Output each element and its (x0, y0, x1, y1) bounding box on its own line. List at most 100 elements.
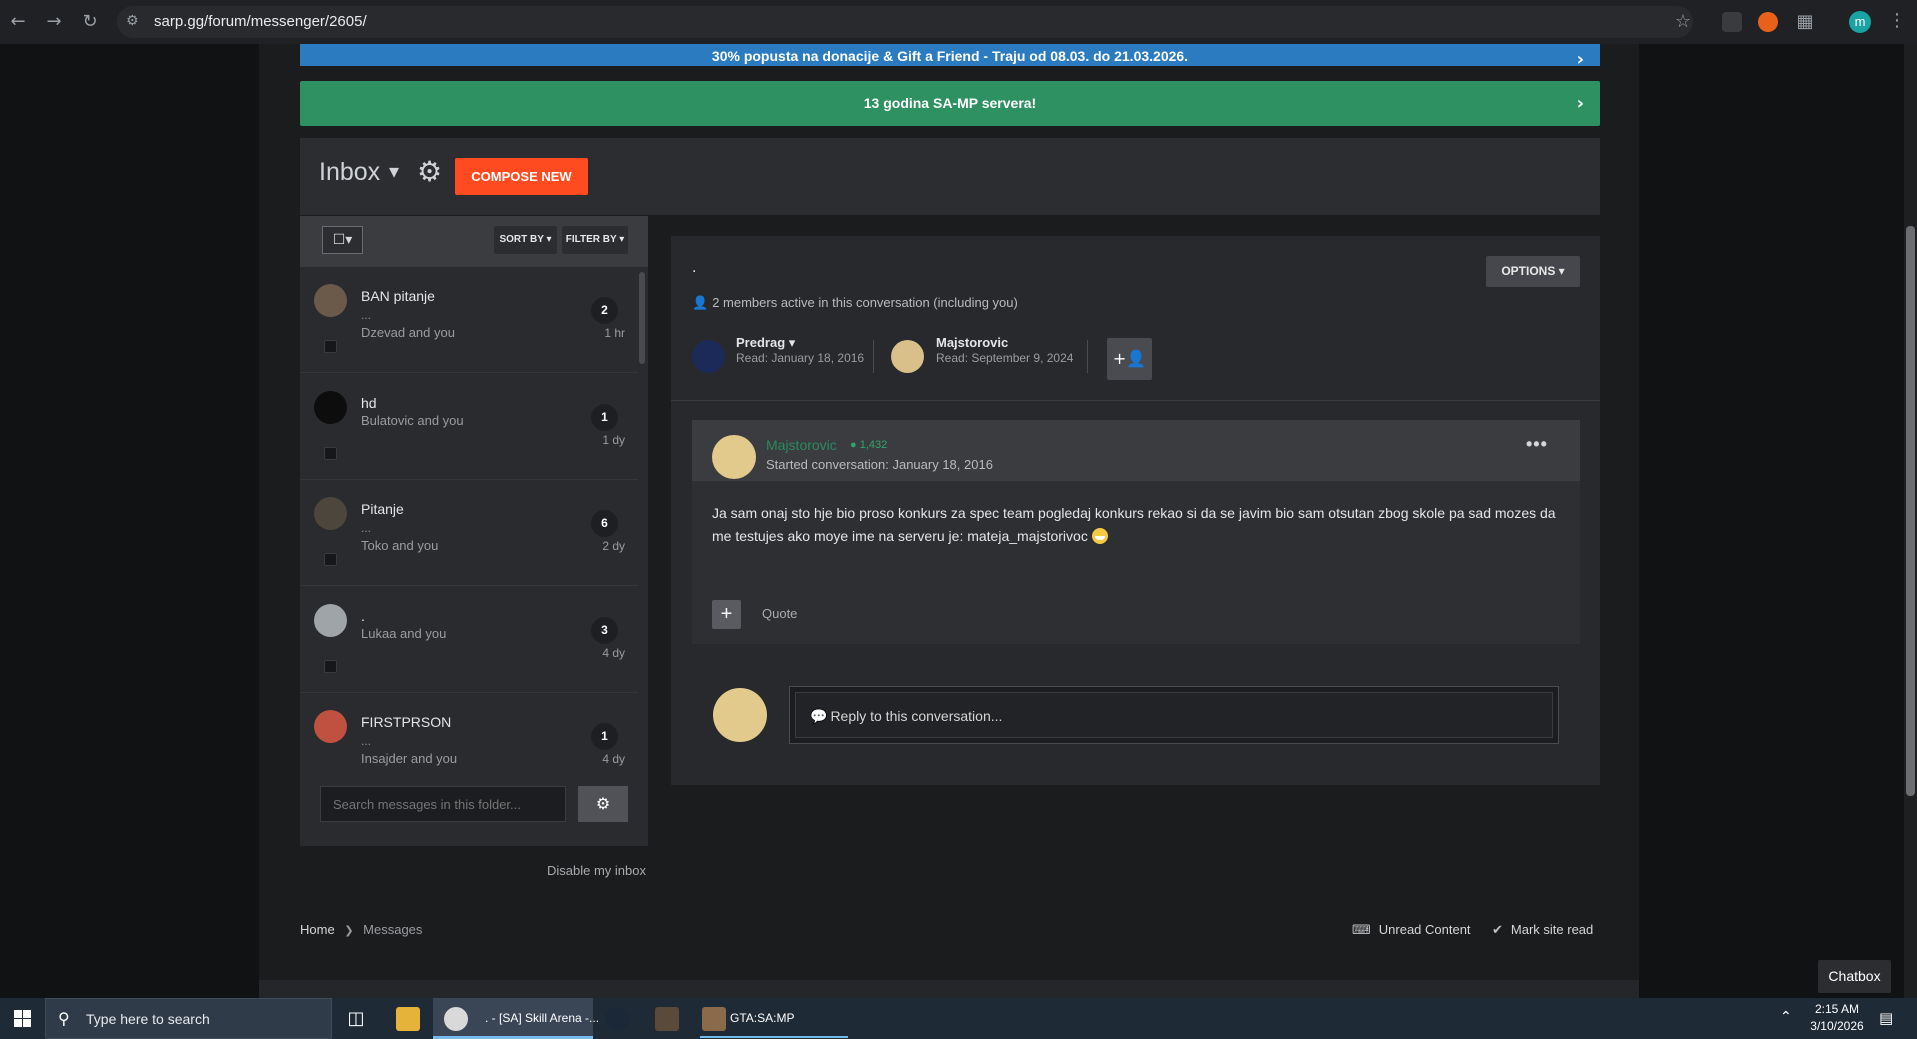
member-read-date: Read: September 9, 2024 (936, 351, 1074, 365)
members-active: 👤 2 members active in this conversation (… (692, 295, 1018, 311)
chrome-icon[interactable] (444, 1007, 468, 1031)
options-button[interactable]: OPTIONS ▾ (1486, 256, 1580, 287)
conversation-checkbox[interactable] (324, 553, 337, 566)
announcement-banner-green[interactable]: 13 godina SA-MP servera! › (300, 81, 1600, 126)
game-app-icon[interactable] (655, 1007, 679, 1031)
running-indicator (700, 1036, 848, 1038)
conversation-time: 4 dy (602, 646, 625, 660)
list-item[interactable]: BAN pitanje ... Dzevad and you 2 1 hr (300, 267, 638, 373)
forward-icon[interactable]: → (42, 10, 66, 34)
conversation-checkbox[interactable] (324, 447, 337, 460)
folder-search: ⚙ (300, 766, 648, 846)
back-icon[interactable]: ← (6, 10, 30, 34)
conversation-time: 4 dy (602, 752, 625, 766)
tray-expand-icon[interactable]: ⌃ (1780, 1009, 1792, 1025)
conversation-title[interactable]: . (361, 608, 365, 624)
site-settings-icon[interactable]: ⚙ (126, 13, 139, 29)
breadcrumb-home[interactable]: Home (300, 922, 335, 937)
banner-text: 13 godina SA-MP servera! (863, 95, 1037, 111)
conversation-participants: Toko and you (361, 538, 439, 553)
filter-by-button[interactable]: FILTER BY ▾ (562, 226, 628, 254)
reply-count-badge: 6 (591, 510, 618, 537)
avatar[interactable] (712, 435, 756, 479)
chatbox-button[interactable]: Chatbox (1818, 960, 1891, 993)
list-item[interactable]: Pitanje ... Toko and you 6 2 dy (300, 480, 638, 586)
extensions-puzzle-icon[interactable]: ▦ (1793, 10, 1817, 34)
chevron-right-icon: › (1576, 93, 1584, 114)
disable-inbox-link[interactable]: Disable my inbox (547, 863, 646, 878)
message-post: Majstorovic ● 1,432 Started conversation… (692, 420, 1580, 644)
conversation-title[interactable]: hd (361, 395, 377, 411)
more-options-icon[interactable]: ••• (1526, 434, 1548, 455)
conversation-checkbox[interactable] (324, 660, 337, 673)
member-name[interactable]: Majstorovic (936, 335, 1008, 350)
select-all-checkbox[interactable]: ☐▾ (322, 226, 363, 254)
sort-by-button[interactable]: SORT BY ▾ (494, 226, 557, 254)
conversation-title[interactable]: FIRSTPRSON (361, 714, 451, 730)
inbox-title[interactable]: Inbox (319, 158, 380, 187)
clock-date[interactable]: 3/10/2026 (1800, 1019, 1874, 1033)
avatar[interactable] (891, 340, 924, 373)
quote-button[interactable]: Quote (762, 606, 797, 621)
reply-count-badge: 1 (591, 723, 618, 750)
browser-menu-icon[interactable]: ⋮ (1888, 10, 1906, 31)
clock-time[interactable]: 2:15 AM (1807, 1002, 1867, 1016)
avatar (713, 688, 767, 742)
member-name[interactable]: Predrag ▾ (736, 335, 795, 351)
members-active-text: 2 members active in this conversation (i… (712, 295, 1018, 310)
gta-sa-mp-icon[interactable] (702, 1007, 726, 1031)
multiquote-plus-button[interactable]: + (712, 600, 741, 629)
reply-placeholder[interactable]: 💬 Reply to this conversation... (810, 708, 1002, 725)
gear-icon[interactable]: ⚙ (417, 155, 442, 188)
profile-avatar[interactable]: m (1849, 11, 1871, 33)
taskbar-search[interactable]: ⚲ Type here to search (45, 998, 332, 1039)
divider (873, 340, 874, 373)
star-icon[interactable]: ☆ (1671, 10, 1695, 34)
post-author[interactable]: Majstorovic (766, 437, 837, 453)
conversation-list[interactable]: BAN pitanje ... Dzevad and you 2 1 hr hd… (300, 267, 648, 766)
steam-icon[interactable] (605, 1007, 629, 1031)
check-icon: ✔ (1492, 923, 1503, 938)
list-item[interactable]: . Lukaa and you 3 4 dy (300, 587, 638, 693)
avatar (314, 710, 347, 743)
conversation-time: 1 dy (602, 433, 625, 447)
list-item[interactable]: FIRSTPRSON ... Insajder and you 1 4 dy (300, 693, 638, 766)
grin-emoji-icon (1091, 528, 1108, 544)
add-user-icon[interactable]: +👤 (1107, 338, 1152, 380)
compose-new-button[interactable]: COMPOSE NEW (455, 158, 588, 195)
breadcrumb-messages[interactable]: Messages (363, 922, 422, 937)
extension-icon-2[interactable] (1758, 12, 1778, 32)
mark-site-read-link[interactable]: ✔ Mark site read (1492, 922, 1593, 938)
taskbar-chrome-label[interactable]: . - [SA] Skill Arena -... (485, 1011, 599, 1025)
page-scrollbar-thumb[interactable] (1906, 226, 1915, 796)
windows-taskbar: ⚲ Type here to search ◫ . - [SA] Skill A… (0, 998, 1917, 1039)
announcement-banner-blue[interactable]: 30% popusta na donacije & Gift a Friend … (300, 44, 1600, 70)
page: 30% popusta na donacije & Gift a Friend … (0, 44, 1917, 998)
url-text[interactable]: sarp.gg/forum/messenger/2605/ (154, 13, 367, 30)
conversation-checkbox[interactable] (324, 340, 337, 353)
conversation-title[interactable]: BAN pitanje (361, 288, 435, 304)
caret-down-icon[interactable]: ▾ (389, 159, 399, 183)
avatar (314, 284, 347, 317)
search-icon: ⚲ (58, 1009, 70, 1028)
search-settings-button[interactable]: ⚙ (578, 786, 628, 822)
list-scrollbar[interactable] (639, 272, 645, 364)
taskbar-gta-label[interactable]: GTA:SA:MP (730, 1011, 794, 1025)
unread-content-link[interactable]: ⌨ Unread Content (1352, 922, 1471, 938)
extension-icon-1[interactable] (1722, 12, 1742, 32)
search-input[interactable] (320, 786, 566, 822)
task-view-icon[interactable]: ◫ (344, 1007, 368, 1031)
conversation-title[interactable]: Pitanje (361, 501, 404, 517)
file-explorer-icon[interactable] (396, 1007, 420, 1031)
taskbar-search-text[interactable]: Type here to search (86, 1011, 210, 1027)
notification-icon[interactable]: ▤ (1879, 1009, 1893, 1027)
unread-content-text: Unread Content (1378, 922, 1471, 937)
avatar (314, 391, 347, 424)
avatar[interactable] (692, 340, 725, 373)
reply-field[interactable]: 💬 Reply to this conversation... (795, 692, 1553, 738)
reply-placeholder-text: Reply to this conversation... (830, 708, 1003, 724)
list-item[interactable]: hd Bulatovic and you 1 1 dy (300, 374, 638, 480)
reply-editor[interactable]: 💬 Reply to this conversation... (789, 686, 1559, 744)
windows-icon[interactable] (0, 998, 45, 1039)
reload-icon[interactable]: ↻ (78, 10, 102, 34)
